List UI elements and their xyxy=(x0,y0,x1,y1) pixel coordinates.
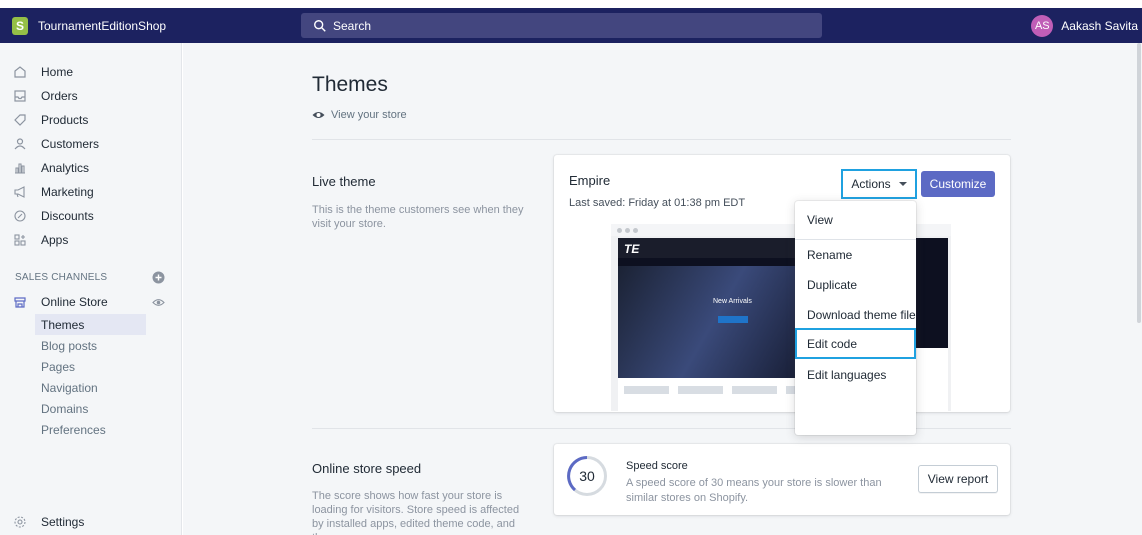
sidebar-item-label: Discounts xyxy=(41,209,94,223)
tag-icon xyxy=(12,112,28,128)
speed-score-description: A speed score of 30 means your store is … xyxy=(626,477,882,504)
eye-icon xyxy=(312,112,325,118)
page-scrollbar[interactable] xyxy=(1137,43,1141,323)
menu-item-edit-code[interactable]: Edit code xyxy=(795,328,916,359)
main-content: Themes View your store Live theme This i… xyxy=(183,43,1142,535)
sidebar-subitem-blog-posts[interactable]: Blog posts xyxy=(35,335,146,356)
preview-feature xyxy=(678,386,723,394)
preview-feature xyxy=(624,386,669,394)
theme-name: Empire xyxy=(569,173,611,188)
live-theme-heading: Live theme xyxy=(312,174,376,189)
speed-score-card: 30 Speed score A speed score of 30 means… xyxy=(554,444,1010,515)
last-saved-text: Last saved: Friday at 01:38 pm EDT xyxy=(569,197,746,209)
live-theme-card: Empire Last saved: Friday at 01:38 pm ED… xyxy=(554,155,1010,412)
sidebar-item-label: Settings xyxy=(41,515,85,529)
apps-icon xyxy=(12,232,28,248)
view-store-label: View your store xyxy=(331,109,407,121)
view-store-link[interactable]: View your store xyxy=(312,109,407,121)
person-icon xyxy=(12,136,28,152)
add-channel-icon[interactable] xyxy=(152,271,165,284)
menu-item-download-theme-file[interactable]: Download theme file xyxy=(795,300,916,330)
sidebar-item-label: Online Store xyxy=(41,295,108,309)
customize-button[interactable]: Customize xyxy=(921,171,995,197)
search-placeholder: Search xyxy=(333,18,372,33)
speed-heading: Online store speed xyxy=(312,461,422,476)
sidebar-item-discounts[interactable]: Discounts xyxy=(0,204,182,228)
sidebar-item-settings[interactable]: Settings xyxy=(0,510,182,534)
menu-item-edit-languages[interactable]: Edit languages xyxy=(795,360,916,390)
user-menu[interactable]: AS Aakash Savita xyxy=(1031,8,1142,43)
window-dot-icon xyxy=(617,228,622,233)
sidebar-subitem-pages[interactable]: Pages xyxy=(35,356,146,377)
sidebar-item-orders[interactable]: Orders xyxy=(0,84,182,108)
sidebar-item-marketing[interactable]: Marketing xyxy=(0,180,182,204)
sidebar-item-customers[interactable]: Customers xyxy=(0,132,182,156)
sidebar-item-apps[interactable]: Apps xyxy=(0,228,182,252)
preview-hero-text: New Arrivals xyxy=(713,298,752,305)
sidebar-subitem-preferences[interactable]: Preferences xyxy=(35,419,146,440)
preview-feature xyxy=(732,386,777,394)
store-brand[interactable]: S TournamentEditionShop xyxy=(0,8,182,43)
user-name: Aakash Savita xyxy=(1061,18,1138,33)
megaphone-icon xyxy=(12,184,28,200)
sidebar-item-label: Apps xyxy=(41,233,69,247)
preview-hero-button xyxy=(718,316,748,323)
sidebar-item-products[interactable]: Products xyxy=(0,108,182,132)
actions-button[interactable]: Actions xyxy=(841,169,917,199)
menu-item-rename[interactable]: Rename xyxy=(795,240,916,270)
avatar: AS xyxy=(1031,14,1054,37)
sales-channels-label: SALES CHANNELS xyxy=(15,272,108,283)
menu-item-view[interactable]: View xyxy=(795,205,916,235)
window-dot-icon xyxy=(633,228,638,233)
menu-item-duplicate[interactable]: Duplicate xyxy=(795,270,916,300)
page-title: Themes xyxy=(312,73,388,96)
speed-score-arc-icon xyxy=(567,456,588,492)
sidebar-item-label: Orders xyxy=(41,89,78,103)
view-report-button[interactable]: View report xyxy=(918,465,998,493)
top-bar: S TournamentEditionShop Search AS Aakash… xyxy=(0,8,1142,43)
sidebar-item-label: Marketing xyxy=(41,185,94,199)
sidebar: Home Orders Products Customers Analytics… xyxy=(0,43,182,535)
speed-description: The score shows how fast your store is l… xyxy=(312,490,520,535)
search-input[interactable]: Search xyxy=(301,13,822,38)
divider xyxy=(312,139,1011,140)
sidebar-item-analytics[interactable]: Analytics xyxy=(0,156,182,180)
discount-icon xyxy=(12,208,28,224)
home-icon xyxy=(12,64,28,80)
gear-icon xyxy=(12,514,28,530)
chevron-down-icon xyxy=(898,182,907,186)
sidebar-item-home[interactable]: Home xyxy=(0,60,182,84)
sidebar-subitem-domains[interactable]: Domains xyxy=(35,398,146,419)
sidebar-item-label: Home xyxy=(41,65,74,79)
store-icon xyxy=(12,294,28,310)
sidebar-subitem-themes[interactable]: Themes xyxy=(35,314,146,335)
eye-icon[interactable] xyxy=(152,296,165,309)
live-theme-description: This is the theme customers see when the… xyxy=(312,204,524,230)
speed-score-title: Speed score xyxy=(626,460,688,472)
window-dot-icon xyxy=(625,228,630,233)
preview-logo: TE xyxy=(624,242,640,256)
bar-chart-icon xyxy=(12,160,28,176)
shopify-logo-icon: S xyxy=(12,16,28,35)
store-name: TournamentEditionShop xyxy=(38,18,167,33)
sidebar-item-label: Analytics xyxy=(41,161,90,175)
actions-label: Actions xyxy=(851,177,891,191)
search-icon xyxy=(314,19,326,32)
actions-menu: View Rename Duplicate Download theme fil… xyxy=(795,201,916,435)
sidebar-item-label: Customers xyxy=(41,137,100,151)
sidebar-subitem-navigation[interactable]: Navigation xyxy=(35,377,146,398)
orders-icon xyxy=(12,88,28,104)
sidebar-item-label: Products xyxy=(41,113,89,127)
